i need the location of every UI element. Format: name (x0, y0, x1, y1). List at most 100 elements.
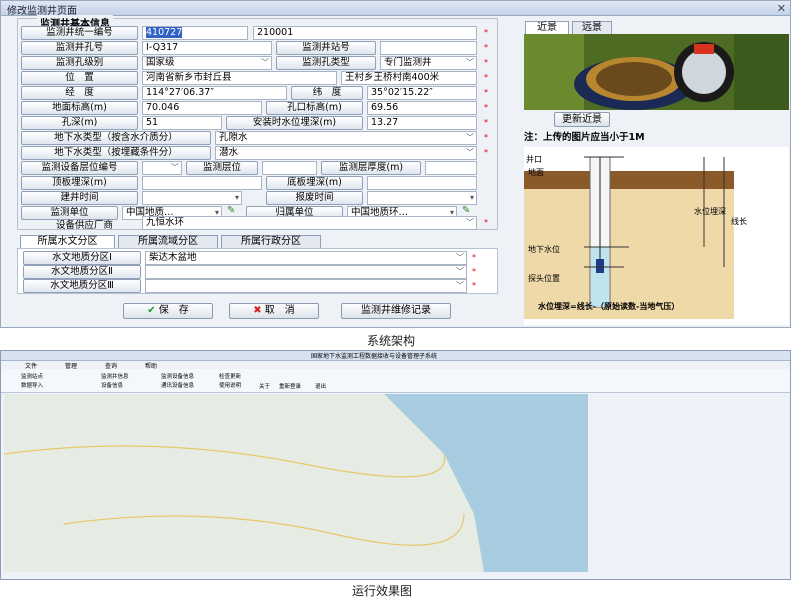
toolbar-monitor-device[interactable]: 监测设备信息 (161, 372, 194, 380)
well-photo (524, 34, 789, 110)
mouth-elevation-input[interactable]: 69.56 (367, 101, 477, 115)
layer-label: 监测层位 (186, 161, 258, 175)
probe-label: 探头位置 (528, 274, 560, 283)
required-star: * (472, 281, 476, 290)
gw-type-medium-select[interactable]: 孔隙水 ﹀ (215, 131, 477, 145)
location-input[interactable]: 河南省新乡市封丘县 (142, 71, 337, 85)
toolbar-device-info[interactable]: 设备信息 (101, 381, 123, 389)
water-depth-label: 水位埋深 (694, 207, 726, 216)
close-icon[interactable]: ✕ (777, 2, 786, 15)
layer-input[interactable] (262, 161, 317, 175)
toolbar-about[interactable]: 关于 (259, 382, 270, 390)
chevron-down-icon: ﹀ (466, 218, 474, 227)
chevron-down-icon: ﹀ (456, 267, 464, 276)
chevron-down-icon: ▾ (469, 193, 474, 202)
chevron-down-icon: ▾ (234, 193, 239, 202)
tab-hydro-zone[interactable]: 所属水文分区 (20, 235, 115, 248)
well-diagram (524, 147, 789, 325)
check-icon: ✔ (147, 305, 159, 316)
location-detail-input[interactable]: 王村乡王桥村南400米 (341, 71, 477, 85)
ground-elevation-input[interactable]: 70.046 (142, 101, 262, 115)
caption-architecture: 系统架构 (367, 334, 416, 348)
layer-thickness-label: 监测层厚度(m) (321, 161, 421, 175)
toolbar-manual[interactable]: 使用说明 (219, 381, 241, 389)
app-title: 国家地下水监测工程数据接收与设备管理子系统 (311, 353, 438, 360)
supplier-select[interactable]: 九恒水环 ﹀ (142, 216, 477, 230)
type-select[interactable]: 专门监测井 ﹀ (380, 56, 477, 70)
tab-far-view[interactable]: 远景 (572, 21, 612, 34)
gw-type-burial-label: 地下水类型（按埋藏条件分） (21, 146, 211, 160)
scrap-time-picker[interactable]: ▾ (367, 191, 477, 205)
update-photo-button[interactable]: 更新近景 (554, 112, 610, 127)
maintenance-record-button[interactable]: 监测井维修记录 (341, 303, 451, 319)
map-panel[interactable] (4, 394, 588, 572)
build-time-picker[interactable]: ▾ (142, 191, 242, 205)
required-star: * (484, 133, 488, 142)
toolbar-exit[interactable]: 退出 (315, 382, 326, 390)
well-no-label: 监测井孔号 (21, 41, 138, 55)
tab-close-view[interactable]: 近景 (525, 21, 569, 34)
required-star: * (484, 103, 488, 112)
device-layer-id-label: 监测设备层位编号 (21, 161, 138, 175)
water-level-label: 地下水位 (528, 245, 560, 254)
required-star: * (484, 218, 488, 227)
tab-basin-zone[interactable]: 所属流域分区 (118, 235, 218, 248)
tab-admin-zone[interactable]: 所属行政分区 (221, 235, 321, 248)
longitude-input[interactable]: 114°27′06.37″ (142, 86, 287, 100)
unified-id-input-2[interactable]: 210001 (253, 26, 477, 40)
chevron-down-icon: ﹀ (466, 58, 474, 67)
formula-text: 水位埋深=线长-（原始读数-当地气压） (538, 302, 680, 311)
zone3-select[interactable]: ﹀ (145, 279, 467, 293)
unified-id-input[interactable]: 410727 (142, 26, 248, 40)
ground-elevation-label: 地面标高(m) (21, 101, 138, 115)
top-depth-label: 顶板埋深(m) (21, 176, 138, 190)
depth-input[interactable]: 51 (142, 116, 222, 130)
device-layer-id-select[interactable]: ﹀ (142, 161, 182, 175)
station-no-input[interactable] (380, 41, 477, 55)
gw-type-medium-label: 地下水类型（按含水介质分） (21, 131, 211, 145)
latitude-label: 纬 度 (291, 86, 363, 100)
mouth-elevation-label: 孔口标高(m) (266, 101, 363, 115)
level-select[interactable]: 国家级 ﹀ (142, 56, 272, 70)
app-titlebar: 国家地下水监测工程数据接收与设备管理子系统 (1, 351, 790, 361)
toolbar-relogin[interactable]: 重新登录 (279, 382, 301, 390)
install-depth-label: 安装时水位埋深(m) (226, 116, 363, 130)
zone2-select[interactable]: ﹀ (145, 265, 467, 279)
latitude-input[interactable]: 35°02′15.22″ (367, 86, 477, 100)
required-star: * (484, 118, 488, 127)
main-app-window: 国家地下水监测工程数据接收与设备管理子系统 文件 管理 查询 帮助 监测站点 数… (0, 350, 791, 580)
toolbar-import[interactable]: 数据导入 (21, 381, 43, 389)
zone3-label: 水文地质分区Ⅲ (23, 279, 141, 293)
well-no-input[interactable]: I-Q317 (142, 41, 272, 55)
required-star: * (484, 58, 488, 67)
save-button[interactable]: ✔ 保 存 (123, 303, 213, 319)
required-star: * (484, 28, 488, 37)
chevron-down-icon: ﹀ (261, 58, 269, 67)
menu-bar: 文件 管理 查询 帮助 (1, 361, 790, 370)
chevron-down-icon: ﹀ (171, 163, 179, 172)
pencil-icon[interactable]: ✎ (462, 205, 470, 216)
build-time-label: 建井时间 (21, 191, 138, 205)
station-no-label: 监测井站号 (276, 41, 376, 55)
toolbar-comm-device[interactable]: 通讯设备信息 (161, 381, 194, 389)
line-length-label: 线长 (731, 217, 747, 226)
layer-thickness-input[interactable] (425, 161, 477, 175)
bottom-depth-input[interactable] (367, 176, 477, 190)
required-star: * (484, 88, 488, 97)
install-depth-input[interactable]: 13.27 (367, 116, 477, 130)
photo-note: 注：上传的图片应当小于1M (524, 132, 645, 143)
caption-runtime: 运行效果图 (352, 584, 413, 598)
top-depth-input[interactable] (142, 176, 262, 190)
pencil-icon[interactable]: ✎ (227, 205, 235, 216)
required-star: * (484, 43, 488, 52)
zone2-label: 水文地质分区Ⅱ (23, 265, 141, 279)
chevron-down-icon: ﹀ (456, 281, 464, 290)
gw-type-burial-select[interactable]: 潜水 ﹀ (215, 146, 477, 160)
required-star: * (472, 253, 476, 262)
cancel-button[interactable]: ✖ 取 消 (229, 303, 319, 319)
zone1-select[interactable]: 柴达木盆地 ﹀ (145, 251, 467, 265)
toolbar-sites[interactable]: 监测站点 (21, 372, 43, 380)
toolbar-check-update[interactable]: 检查更新 (219, 372, 241, 380)
zone1-label: 水文地质分区Ⅰ (23, 251, 141, 265)
toolbar-well-info[interactable]: 监测井信息 (101, 372, 129, 380)
